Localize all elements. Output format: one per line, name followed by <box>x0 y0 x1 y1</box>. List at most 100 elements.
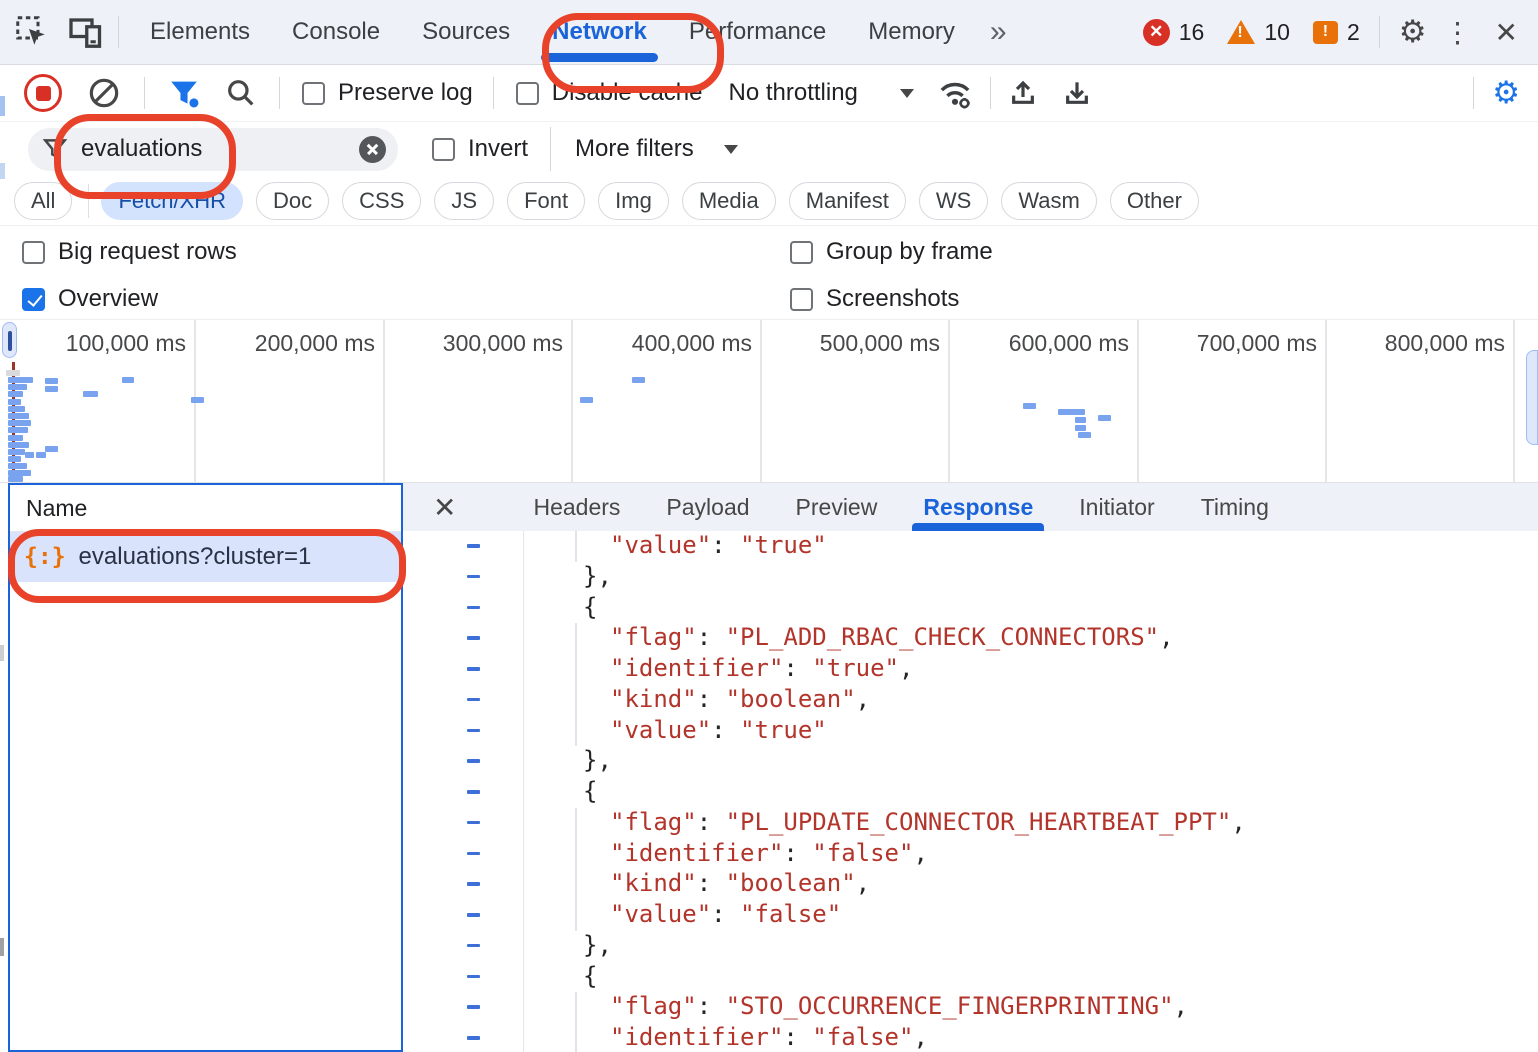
response-line: "flag": "PL_UPDATE_CONNECTOR_HEARTBEAT_P… <box>403 808 1538 839</box>
line-marker-icon <box>467 882 480 886</box>
import-har-button[interactable] <box>1007 77 1039 109</box>
code-text: "value": "true" <box>610 531 827 559</box>
request-row[interactable]: {:}evaluations?cluster=1 <box>10 532 401 582</box>
request-name: evaluations?cluster=1 <box>79 543 312 571</box>
network-settings-gear-icon[interactable]: ⚙ <box>1484 75 1538 111</box>
network-conditions-button[interactable] <box>936 75 974 111</box>
tab-elements[interactable]: Elements <box>129 0 271 64</box>
detail-tab-initiator[interactable]: Initiator <box>1056 483 1177 531</box>
invert-checkbox[interactable] <box>432 138 455 161</box>
warnings-icon[interactable]: ! <box>1227 20 1255 44</box>
tab-memory[interactable]: Memory <box>847 0 976 64</box>
chip-ws[interactable]: WS <box>919 182 988 220</box>
preserve-log-option: Preserve log <box>302 79 473 107</box>
code-text: { <box>583 962 597 990</box>
record-network-log-button[interactable] <box>24 74 62 112</box>
inspect-element-button[interactable] <box>10 10 54 54</box>
chip-img[interactable]: Img <box>598 182 669 220</box>
more-tabs-button[interactable]: » <box>976 15 1019 49</box>
filter-toggle-button[interactable] <box>167 76 201 110</box>
response-viewer[interactable]: "value": "true"},{"flag": "PL_ADD_RBAC_C… <box>403 531 1538 1052</box>
devtools-window: ElementsConsoleSourcesNetworkPerformance… <box>0 0 1538 1052</box>
name-column-header[interactable]: Name <box>10 485 401 532</box>
device-toolbar-button[interactable] <box>64 10 108 54</box>
timeline-tick-label: 100,000 ms <box>26 330 186 357</box>
chip-media[interactable]: Media <box>682 182 776 220</box>
filter-funnel-icon <box>167 76 201 110</box>
clear-network-log-button[interactable] <box>88 77 120 109</box>
errors-count[interactable]: 16 <box>1179 19 1205 46</box>
filter-input-value[interactable]: evaluations <box>81 135 359 163</box>
request-timing-bar <box>1072 409 1085 415</box>
response-line: "flag": "STO_OCCURRENCE_FINGERPRINTING", <box>403 992 1538 1023</box>
request-details-panel: ✕ HeadersPayloadPreviewResponseInitiator… <box>403 483 1538 1052</box>
group-by-frame-checkbox[interactable] <box>790 241 813 264</box>
chip-all[interactable]: All <box>14 182 72 220</box>
network-overview-timeline[interactable]: 100,000 ms200,000 ms300,000 ms400,000 ms… <box>0 320 1538 483</box>
tab-network[interactable]: Network <box>531 0 668 64</box>
screenshots-checkbox[interactable] <box>790 288 813 311</box>
disable-cache-checkbox[interactable] <box>516 82 539 105</box>
screenshots-option: Screenshots <box>790 285 959 313</box>
close-devtools-icon[interactable]: ✕ <box>1489 16 1532 49</box>
detail-tab-preview[interactable]: Preview <box>773 483 901 531</box>
chip-manifest[interactable]: Manifest <box>789 182 906 220</box>
chip-wasm[interactable]: Wasm <box>1001 182 1097 220</box>
issues-count[interactable]: 2 <box>1347 19 1360 46</box>
big-request-rows-option: Big request rows <box>22 238 237 266</box>
settings-gear-icon[interactable]: ⚙ <box>1399 14 1427 50</box>
request-timing-bar <box>45 386 58 392</box>
chip-js[interactable]: JS <box>434 182 494 220</box>
preserve-log-checkbox[interactable] <box>302 82 325 105</box>
request-timing-bar <box>8 420 31 426</box>
big-request-rows-checkbox[interactable] <box>22 241 45 264</box>
indent-guide <box>575 531 577 562</box>
indent-guide <box>575 1023 577 1052</box>
detail-tab-timing[interactable]: Timing <box>1178 483 1292 531</box>
timeline-gridline <box>1137 320 1139 482</box>
close-details-icon[interactable]: ✕ <box>403 491 480 524</box>
overview-right-handle[interactable] <box>1526 350 1538 445</box>
issues-icon[interactable]: ! <box>1313 21 1338 44</box>
export-down-arrow-icon <box>1061 77 1093 109</box>
tab-sources[interactable]: Sources <box>401 0 531 64</box>
detail-tab-response[interactable]: Response <box>900 483 1056 531</box>
response-line: "identifier": "false", <box>403 1023 1538 1052</box>
filter-input[interactable]: evaluations <box>28 128 398 171</box>
line-marker-icon <box>467 821 480 825</box>
chip-other[interactable]: Other <box>1110 182 1199 220</box>
import-up-arrow-icon <box>1007 77 1039 109</box>
code-text: }, <box>583 746 612 774</box>
chip-fetchxhr[interactable]: Fetch/XHR <box>101 182 243 220</box>
detail-tabs: HeadersPayloadPreviewResponseInitiatorTi… <box>510 483 1291 531</box>
code-text: "kind": "boolean", <box>610 869 870 897</box>
chip-font[interactable]: Font <box>507 182 585 220</box>
request-timing-bar <box>8 470 31 476</box>
search-button[interactable] <box>225 77 257 109</box>
response-line: }, <box>403 931 1538 962</box>
overview-checkbox[interactable] <box>22 288 45 311</box>
export-har-button[interactable] <box>1061 77 1093 109</box>
request-list-panel: Name {:}evaluations?cluster=1 <box>8 483 403 1052</box>
more-filters-button[interactable]: More filters <box>575 135 738 163</box>
errors-icon[interactable]: ✕ <box>1143 19 1170 46</box>
divider <box>88 184 89 218</box>
tab-console[interactable]: Console <box>271 0 401 64</box>
network-conditions-icon <box>936 75 974 111</box>
chip-css[interactable]: CSS <box>342 182 421 220</box>
request-timing-bar <box>8 391 23 397</box>
kebab-menu-icon[interactable]: ⋮ <box>1436 16 1480 49</box>
chip-doc[interactable]: Doc <box>256 182 329 220</box>
request-timing-bar <box>580 397 593 403</box>
warnings-count[interactable]: 10 <box>1264 19 1290 46</box>
indent-guide <box>575 808 577 839</box>
more-filters-label: More filters <box>575 135 694 163</box>
detail-tab-headers[interactable]: Headers <box>510 483 643 531</box>
overview-left-handle[interactable] <box>2 322 17 358</box>
line-marker-icon <box>467 1005 480 1009</box>
detail-tab-payload[interactable]: Payload <box>643 483 772 531</box>
throttling-select[interactable]: No throttling <box>728 79 913 107</box>
clear-filter-icon[interactable] <box>359 136 386 163</box>
line-marker-icon <box>467 575 480 579</box>
tab-performance[interactable]: Performance <box>668 0 847 64</box>
